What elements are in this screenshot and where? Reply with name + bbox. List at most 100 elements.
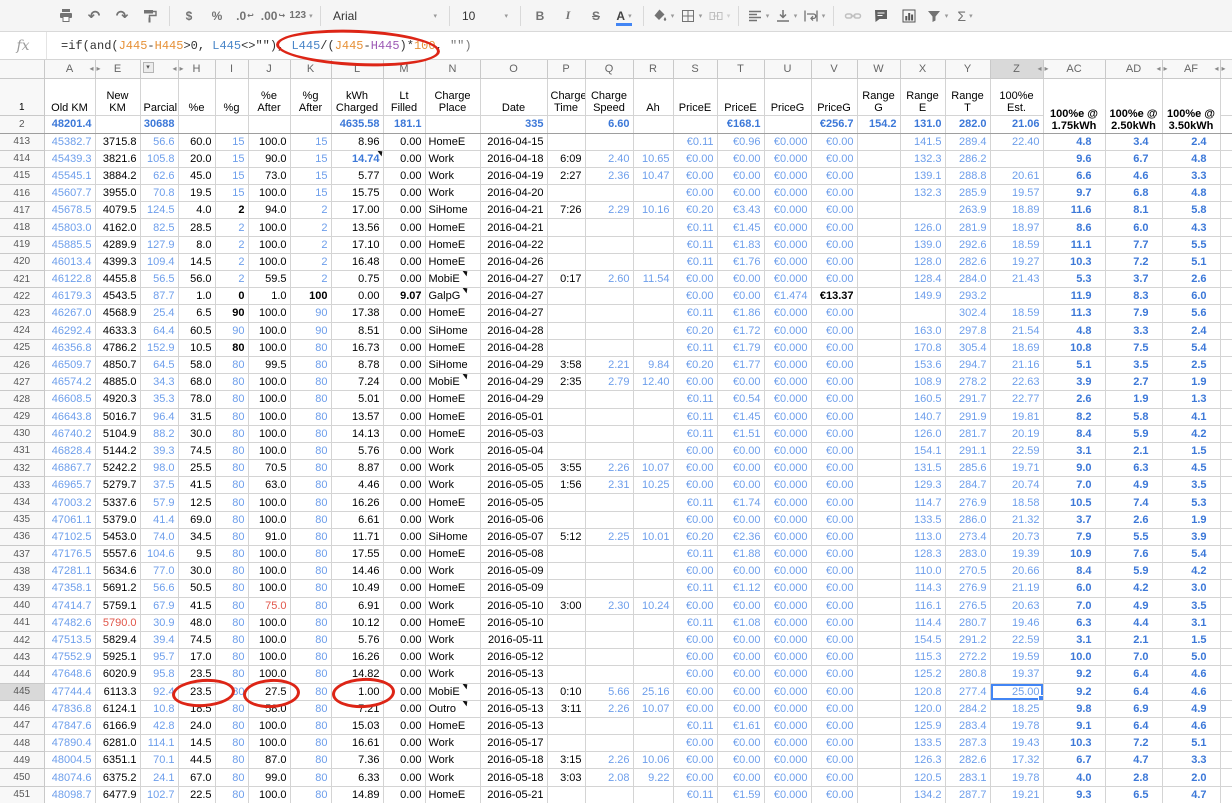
cell-E442[interactable]: 5829.4 [95, 631, 140, 648]
cell-R425[interactable] [633, 339, 673, 356]
cell-J436[interactable]: 91.0 [248, 528, 290, 545]
row-header-429[interactable]: 429 [0, 408, 44, 425]
cell-AD449[interactable]: 4.7 [1105, 752, 1162, 769]
cell-E423[interactable]: 4568.9 [95, 305, 140, 322]
cell-AC430[interactable]: 8.4 [1043, 425, 1105, 442]
cell-P431[interactable] [547, 442, 585, 459]
cell-V444[interactable]: €0.00 [811, 666, 857, 683]
cell-T425[interactable]: €1.79 [717, 339, 764, 356]
hidden-cols-icon[interactable]: ▸ [97, 64, 101, 73]
cell-Q442[interactable] [585, 631, 633, 648]
cell-X449[interactable]: 126.3 [900, 752, 945, 769]
cell-N447[interactable]: HomeE [425, 717, 480, 734]
cell-M422[interactable]: 9.07 [383, 288, 425, 305]
cell-O432[interactable]: 2016-05-05 [480, 460, 547, 477]
cell-AF423[interactable]: 5.6 [1162, 305, 1220, 322]
cell-stub441[interactable] [1220, 614, 1232, 631]
cell-H447[interactable]: 24.0 [178, 717, 215, 734]
cell-G425[interactable]: 152.9 [140, 339, 178, 356]
cell-G423[interactable]: 25.4 [140, 305, 178, 322]
cell-Y439[interactable]: 276.9 [945, 580, 990, 597]
cell-A431[interactable]: 46828.4 [44, 442, 95, 459]
cell-X426[interactable]: 153.6 [900, 356, 945, 373]
insert-comment-button[interactable] [868, 4, 894, 28]
cell-V431[interactable]: €0.00 [811, 442, 857, 459]
cell-L421[interactable]: 0.75 [331, 271, 383, 288]
cell-G413[interactable]: 56.6 [140, 133, 178, 150]
cell-V434[interactable]: €0.00 [811, 494, 857, 511]
cell-P434[interactable] [547, 494, 585, 511]
cell-K447[interactable]: 80 [290, 717, 331, 734]
corner-cell[interactable] [0, 60, 44, 78]
cell-AC446[interactable]: 9.8 [1043, 700, 1105, 717]
cell-stub419[interactable] [1220, 236, 1232, 253]
cell-A423[interactable]: 46267.0 [44, 305, 95, 322]
row-header-438[interactable]: 438 [0, 563, 44, 580]
cell-K416[interactable]: 15 [290, 185, 331, 202]
cell-Y449[interactable]: 282.6 [945, 752, 990, 769]
cell-J447[interactable]: 100.0 [248, 717, 290, 734]
cell-AF447[interactable]: 4.6 [1162, 717, 1220, 734]
cell-N426[interactable]: SiHome [425, 356, 480, 373]
cell-W425[interactable] [857, 339, 900, 356]
cell-AC431[interactable]: 3.1 [1043, 442, 1105, 459]
cell-AD415[interactable]: 4.6 [1105, 167, 1162, 184]
cell-E414[interactable]: 3821.6 [95, 150, 140, 167]
cell-Y420[interactable]: 282.6 [945, 253, 990, 270]
cell-G443[interactable]: 95.7 [140, 649, 178, 666]
cell-G421[interactable]: 56.5 [140, 271, 178, 288]
cell-L436[interactable]: 11.71 [331, 528, 383, 545]
cell-I434[interactable]: 80 [215, 494, 248, 511]
cell-X431[interactable]: 154.1 [900, 442, 945, 459]
header-total-stub[interactable] [1220, 115, 1232, 133]
cell-AD442[interactable]: 2.1 [1105, 631, 1162, 648]
cell-W444[interactable] [857, 666, 900, 683]
cell-V418[interactable]: €0.00 [811, 219, 857, 236]
cell-I450[interactable]: 80 [215, 769, 248, 786]
cell-R423[interactable] [633, 305, 673, 322]
cell-E451[interactable]: 6477.9 [95, 786, 140, 803]
cell-K434[interactable]: 80 [290, 494, 331, 511]
cell-R420[interactable] [633, 253, 673, 270]
cell-U427[interactable]: €0.000 [764, 374, 811, 391]
cell-Y432[interactable]: 285.6 [945, 460, 990, 477]
cell-O414[interactable]: 2016-04-18 [480, 150, 547, 167]
cell-W429[interactable] [857, 408, 900, 425]
cell-R417[interactable]: 10.16 [633, 202, 673, 219]
cell-L413[interactable]: 8.96 [331, 133, 383, 150]
cell-A435[interactable]: 47061.1 [44, 511, 95, 528]
cell-Q413[interactable] [585, 133, 633, 150]
cell-R415[interactable]: 10.47 [633, 167, 673, 184]
cell-H445[interactable]: 23.5 [178, 683, 215, 700]
cell-X437[interactable]: 128.3 [900, 546, 945, 563]
cell-S424[interactable]: €0.20 [673, 322, 717, 339]
cell-G441[interactable]: 30.9 [140, 614, 178, 631]
cell-AF433[interactable]: 3.5 [1162, 477, 1220, 494]
cell-I413[interactable]: 15 [215, 133, 248, 150]
cell-V420[interactable]: €0.00 [811, 253, 857, 270]
cell-Y431[interactable]: 291.1 [945, 442, 990, 459]
header-total-K[interactable] [290, 115, 331, 133]
cell-K423[interactable]: 90 [290, 305, 331, 322]
cell-W430[interactable] [857, 425, 900, 442]
cell-AC433[interactable]: 7.0 [1043, 477, 1105, 494]
cell-N431[interactable]: Work [425, 442, 480, 459]
cell-Y424[interactable]: 297.8 [945, 322, 990, 339]
cell-AD451[interactable]: 6.5 [1105, 786, 1162, 803]
header-total-Q[interactable]: 6.60 [585, 115, 633, 133]
cell-N417[interactable]: SiHome [425, 202, 480, 219]
cell-T432[interactable]: €0.00 [717, 460, 764, 477]
row-header-439[interactable]: 439 [0, 580, 44, 597]
cell-G424[interactable]: 64.4 [140, 322, 178, 339]
cell-L428[interactable]: 5.01 [331, 391, 383, 408]
cell-N425[interactable]: HomeE [425, 339, 480, 356]
cell-Q414[interactable]: 2.40 [585, 150, 633, 167]
hidden-cols-icon[interactable]: ▸ [1164, 64, 1168, 73]
row-header-430[interactable]: 430 [0, 425, 44, 442]
hidden-cols-icon[interactable]: ◂ [1156, 64, 1160, 73]
cell-H432[interactable]: 25.5 [178, 460, 215, 477]
cell-A449[interactable]: 48004.5 [44, 752, 95, 769]
cell-N422[interactable]: GalpG [425, 288, 480, 305]
cell-P439[interactable] [547, 580, 585, 597]
cell-AC421[interactable]: 5.3 [1043, 271, 1105, 288]
